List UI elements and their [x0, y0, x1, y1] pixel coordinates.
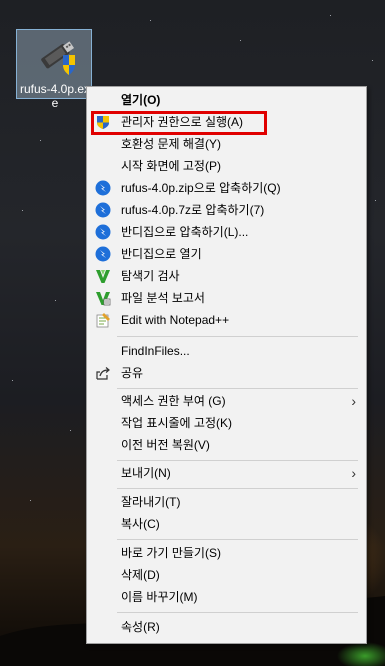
menu-item-label: 보내기(N)	[121, 466, 171, 480]
menu-item-label: 삭제(D)	[121, 568, 160, 582]
menu-item-create-shortcut[interactable]: 바로 가기 만들기(S)	[89, 542, 364, 564]
bandizip-icon	[95, 180, 111, 196]
menu-item-v3-scan[interactable]: 탐색기 검사	[89, 265, 364, 287]
menu-item-label: 바로 가기 만들기(S)	[121, 546, 221, 560]
menu-separator	[117, 388, 358, 389]
menu-item-label: 이전 버전 복원(V)	[121, 438, 210, 452]
menu-item-open-with-bandizip[interactable]: 반디집으로 열기	[89, 243, 364, 265]
menu-item-label: 잘라내기(T)	[121, 495, 181, 509]
menu-item-troubleshoot-compatibility[interactable]: 호환성 문제 해결(Y)	[89, 133, 364, 155]
menu-separator	[117, 539, 358, 540]
menu-item-label: 액세스 권한 부여 (G)	[121, 394, 226, 408]
menu-item-run-as-admin[interactable]: 관리자 권한으로 실행(A)	[89, 111, 364, 133]
menu-item-label: FindInFiles...	[121, 344, 190, 358]
submenu-arrow-icon: ›	[351, 393, 356, 409]
menu-item-label: 호환성 문제 해결(Y)	[121, 137, 221, 151]
menu-item-label: 시작 화면에 고정(P)	[121, 159, 221, 173]
desktop-file-label: rufus-4.0p.ex e	[19, 82, 91, 110]
menu-item-pin-to-start[interactable]: 시작 화면에 고정(P)	[89, 155, 364, 177]
menu-item-label: 복사(C)	[121, 517, 160, 531]
menu-item-label: 파일 분석 보고서	[121, 291, 205, 305]
menu-item-give-access[interactable]: 액세스 권한 부여 (G) ›	[89, 390, 364, 412]
menu-item-edit-notepadpp[interactable]: Edit with Notepad++	[89, 309, 364, 331]
uac-shield-icon	[97, 116, 109, 129]
menu-item-send-to[interactable]: 보내기(N) ›	[89, 462, 364, 484]
menu-item-file-analysis-report[interactable]: 파일 분석 보고서	[89, 287, 364, 309]
menu-item-cut[interactable]: 잘라내기(T)	[89, 491, 364, 513]
menu-item-rename[interactable]: 이름 바꾸기(M)	[89, 586, 364, 608]
menu-item-label: 반디집으로 열기	[121, 247, 202, 261]
menu-item-label: 작업 표시줄에 고정(K)	[121, 416, 232, 430]
menu-item-delete[interactable]: 삭제(D)	[89, 564, 364, 586]
menu-item-label: rufus-4.0p.7z로 압축하기(7)	[121, 203, 265, 217]
menu-item-label: 속성(R)	[121, 620, 160, 634]
share-icon	[96, 367, 110, 380]
menu-item-properties[interactable]: 속성(R)	[89, 616, 364, 638]
submenu-arrow-icon: ›	[351, 465, 356, 481]
notepad-plus-plus-icon	[96, 313, 110, 328]
menu-item-open[interactable]: 열기(O)	[89, 89, 364, 111]
menu-item-pin-to-taskbar[interactable]: 작업 표시줄에 고정(K)	[89, 412, 364, 434]
menu-item-share[interactable]: 공유	[89, 362, 364, 384]
desktop-file-icon-rufus[interactable]: rufus-4.0p.ex e	[16, 29, 92, 110]
menu-item-label: rufus-4.0p.zip으로 압축하기(Q)	[121, 181, 281, 195]
menu-item-copy[interactable]: 복사(C)	[89, 513, 364, 535]
menu-separator	[117, 336, 358, 337]
menu-separator	[117, 488, 358, 489]
menu-item-label: 이름 바꾸기(M)	[121, 590, 198, 604]
menu-item-label: 열기(O)	[121, 93, 161, 107]
menu-item-findinfiles[interactable]: FindInFiles...	[89, 340, 364, 362]
menu-item-compress-7z[interactable]: rufus-4.0p.7z로 압축하기(7)	[89, 199, 364, 221]
menu-item-label: 반디집으로 압축하기(L)...	[121, 225, 249, 239]
menu-separator	[117, 460, 358, 461]
context-menu: 열기(O) 관리자 권한으로 실행(A) 호환성 문제 해결(Y) 시작 화면에…	[86, 86, 367, 644]
bandizip-icon	[95, 246, 111, 262]
menu-separator	[117, 612, 358, 613]
menu-item-restore-previous-versions[interactable]: 이전 버전 복원(V)	[89, 434, 364, 456]
menu-item-compress-zip[interactable]: rufus-4.0p.zip으로 압축하기(Q)	[89, 177, 364, 199]
usb-drive-with-uac-shield-icon	[41, 41, 75, 75]
menu-item-label: Edit with Notepad++	[121, 313, 230, 327]
bandizip-icon	[95, 202, 111, 218]
menu-item-label: 공유	[121, 366, 144, 380]
bandizip-icon	[95, 224, 111, 240]
v3-icon	[96, 270, 110, 283]
v3-report-icon	[96, 292, 111, 306]
menu-item-label: 관리자 권한으로 실행(A)	[121, 115, 244, 129]
menu-item-label: 탐색기 검사	[121, 269, 180, 283]
menu-item-compress-bandizip[interactable]: 반디집으로 압축하기(L)...	[89, 221, 364, 243]
